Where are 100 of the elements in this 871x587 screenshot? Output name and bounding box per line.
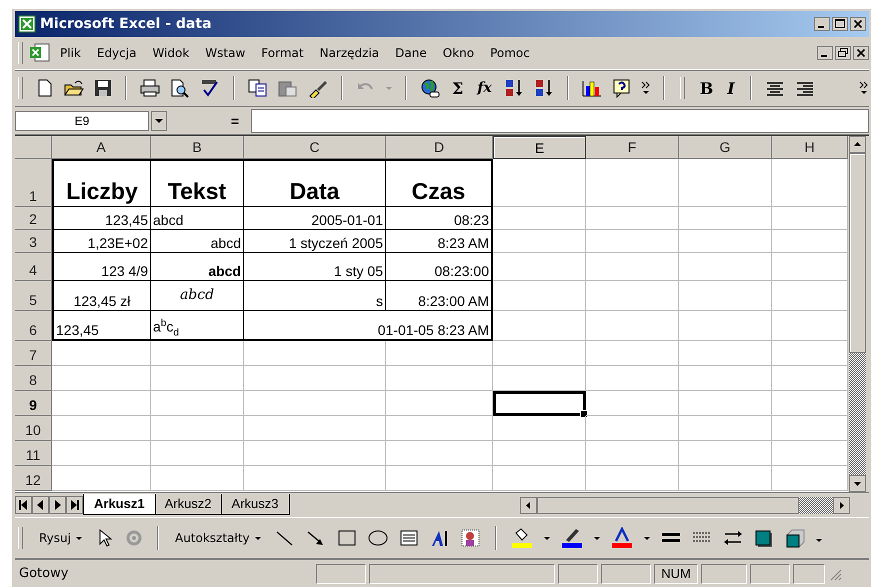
row-header[interactable]: 2 (15, 207, 52, 230)
arrow-style-icon[interactable] (722, 528, 744, 548)
font-color-icon[interactable] (610, 527, 634, 549)
empty-cell[interactable] (493, 466, 586, 491)
menu-item[interactable]: Pomoc (483, 44, 537, 62)
empty-cell[interactable] (493, 416, 586, 441)
restore-icon[interactable] (835, 46, 851, 60)
empty-cell[interactable] (679, 366, 772, 391)
empty-cell[interactable] (679, 416, 772, 441)
draw-menu[interactable]: Rysuj (36, 531, 86, 545)
ellipse-icon[interactable] (366, 528, 389, 548)
row-header[interactable]: 5 (15, 281, 52, 311)
scroll-left-icon[interactable] (520, 496, 537, 514)
row-header[interactable]: 1 (15, 159, 52, 207)
scrollbar-thumb[interactable] (849, 153, 866, 353)
row-header[interactable]: 7 (15, 341, 52, 366)
row-header[interactable]: 9 (15, 391, 52, 416)
function-button[interactable]: fx (474, 80, 495, 96)
empty-cell[interactable] (586, 391, 679, 416)
equals-button[interactable]: = (169, 112, 249, 128)
scroll-down-icon[interactable] (849, 475, 866, 492)
next-tab-icon[interactable] (49, 496, 66, 514)
autoshapes-menu[interactable]: Autokształty (172, 531, 265, 545)
menu-item[interactable]: Wstaw (198, 44, 252, 62)
select-all-button[interactable] (15, 136, 52, 159)
line-color-icon[interactable] (560, 527, 584, 549)
row-header[interactable]: 6 (15, 311, 52, 341)
empty-cell[interactable] (151, 416, 244, 441)
menu-item[interactable]: Widok (145, 44, 196, 62)
scroll-up-icon[interactable] (849, 136, 866, 153)
empty-cell[interactable] (244, 366, 386, 391)
empty-cell[interactable] (679, 466, 772, 491)
scroll-right-icon[interactable] (833, 496, 850, 514)
fill-color-icon[interactable] (510, 527, 534, 549)
column-header[interactable]: B (151, 136, 244, 159)
empty-cell[interactable] (586, 366, 679, 391)
empty-cell[interactable] (493, 159, 586, 207)
first-tab-icon[interactable] (15, 496, 32, 514)
empty-cell[interactable] (493, 207, 586, 230)
menu-item[interactable]: Edycja (90, 44, 144, 62)
bar-chart-icon[interactable] (580, 78, 603, 98)
empty-cell[interactable] (586, 341, 679, 366)
empty-cell[interactable] (586, 466, 679, 491)
empty-cell[interactable] (586, 253, 679, 281)
empty-cell[interactable] (493, 311, 586, 341)
empty-cell[interactable] (493, 441, 586, 466)
empty-cell[interactable] (244, 391, 386, 416)
menu-item[interactable]: Okno (436, 44, 482, 62)
row-header[interactable]: 10 (15, 416, 52, 441)
empty-cell[interactable] (679, 207, 772, 230)
empty-cell[interactable] (679, 159, 772, 207)
rectangle-icon[interactable] (336, 528, 358, 548)
empty-cell[interactable] (586, 311, 679, 341)
dropdown-icon[interactable] (151, 110, 167, 130)
close-icon[interactable] (850, 17, 866, 31)
column-header[interactable]: D (386, 136, 493, 159)
column-header[interactable]: C (244, 136, 386, 159)
column-header[interactable]: A (52, 136, 151, 159)
empty-cell[interactable] (586, 416, 679, 441)
previous-tab-icon[interactable] (32, 496, 49, 514)
copy-icon[interactable] (247, 78, 269, 98)
sheet-tab[interactable]: Arkusz3 (220, 494, 290, 515)
resize-grip-icon[interactable] (828, 566, 842, 580)
empty-cell[interactable] (244, 441, 386, 466)
empty-cell[interactable] (586, 441, 679, 466)
empty-cell[interactable] (493, 341, 586, 366)
print-icon[interactable] (139, 78, 161, 98)
save-icon[interactable] (93, 78, 113, 98)
empty-cell[interactable] (386, 441, 493, 466)
sum-button[interactable]: Σ (449, 78, 466, 98)
shadow-icon[interactable] (752, 528, 775, 548)
empty-cell[interactable] (244, 416, 386, 441)
empty-cell[interactable] (586, 159, 679, 207)
empty-cell[interactable] (386, 466, 493, 491)
scrollbar-thumb[interactable] (537, 496, 799, 514)
spreadsheet-icon[interactable] (29, 43, 51, 63)
empty-cell[interactable] (586, 281, 679, 311)
column-header[interactable]: E (493, 136, 586, 159)
sheet-tab[interactable]: Arkusz1 (83, 494, 156, 515)
empty-cell[interactable] (586, 207, 679, 230)
vertical-scrollbar[interactable] (848, 136, 867, 492)
empty-cell[interactable] (679, 341, 772, 366)
empty-cell[interactable] (586, 230, 679, 253)
empty-cell[interactable] (679, 281, 772, 311)
open-folder-icon[interactable] (63, 78, 85, 98)
last-tab-icon[interactable] (66, 496, 83, 514)
print-preview-icon[interactable] (169, 78, 191, 98)
minimize-icon[interactable] (817, 46, 833, 60)
name-box[interactable]: E9 (15, 110, 149, 130)
maximize-icon[interactable] (832, 17, 848, 31)
empty-cell[interactable] (151, 341, 244, 366)
fill-handle[interactable] (580, 410, 588, 418)
brush-icon[interactable] (307, 78, 329, 98)
empty-cell[interactable] (679, 253, 772, 281)
cube-icon[interactable] (784, 528, 806, 548)
empty-cell[interactable] (151, 391, 244, 416)
empty-cell[interactable] (679, 311, 772, 341)
globe-icon[interactable] (419, 78, 441, 98)
empty-cell[interactable] (151, 441, 244, 466)
empty-cell[interactable] (244, 341, 386, 366)
